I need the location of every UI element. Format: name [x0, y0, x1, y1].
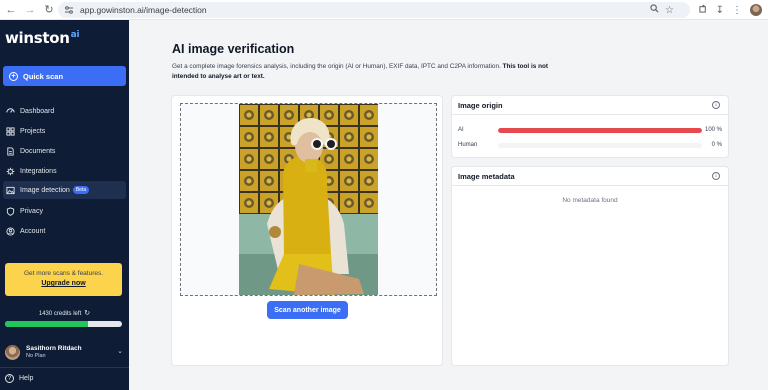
- uploaded-image: [239, 104, 378, 295]
- image-metadata-card: Image metadata i No metadata found: [451, 166, 729, 366]
- page-title: AI image verification: [172, 42, 295, 56]
- image-icon: [6, 186, 15, 195]
- sidebar-item-documents[interactable]: Documents: [3, 142, 126, 160]
- sidebar-item-account[interactable]: Account: [3, 222, 126, 240]
- refresh-icon[interactable]: ↻: [84, 310, 90, 317]
- credits-text: 1430 credits left: [38, 311, 82, 317]
- origin-percentage: 100 %: [704, 127, 722, 133]
- logo-suffix: ai: [70, 30, 80, 40]
- quick-scan-label: Quick scan: [23, 71, 64, 81]
- browser-toolbar: ← → ↻ app.gowinston.ai/image-detection ☆…: [0, 0, 768, 20]
- page-description: Get a complete image forensics analysis,…: [172, 62, 552, 81]
- sidebar: winstonai + Quick scan Dashboard Project…: [0, 20, 129, 390]
- sidebar-divider: [0, 367, 129, 368]
- help-icon: ?: [5, 374, 14, 383]
- origin-bar-track: [498, 127, 702, 133]
- help-link[interactable]: ? Help: [5, 374, 33, 383]
- sidebar-item-label: Integrations: [20, 167, 57, 175]
- user-icon: [6, 226, 15, 236]
- sidebar-item-label: Privacy: [20, 207, 43, 215]
- image-preview-card: Scan another image: [171, 95, 443, 366]
- image-origin-card: Image origin i AI 100 % Human 0 %: [451, 95, 729, 158]
- image-metadata-title: Image metadata: [458, 172, 515, 181]
- profile-avatar-icon[interactable]: [750, 4, 762, 16]
- back-arrow-icon[interactable]: ←: [3, 2, 19, 18]
- user-menu[interactable]: Sasithorn Ritdach No Plan ⌄: [5, 342, 125, 362]
- sidebar-item-label: Projects: [20, 127, 46, 135]
- info-icon[interactable]: i: [712, 172, 720, 180]
- help-label: Help: [19, 375, 34, 382]
- chevron-down-icon[interactable]: ⌄: [117, 347, 123, 355]
- sidebar-item-image-detection[interactable]: Image detection Beta: [3, 181, 126, 199]
- origin-bar-fill: [498, 127, 702, 133]
- bookmark-star-icon[interactable]: ☆: [665, 5, 674, 16]
- credits-info: 1430 credits left ↻: [0, 309, 129, 317]
- divider: [452, 114, 728, 115]
- origin-label: AI: [458, 127, 464, 133]
- zoom-icon[interactable]: [650, 4, 659, 16]
- origin-percentage: 0 %: [711, 142, 722, 148]
- origin-row-ai: AI 100 %: [458, 125, 722, 135]
- shield-icon: [6, 206, 15, 216]
- metadata-empty-text: No metadata found: [562, 197, 618, 204]
- dashboard-icon: [6, 107, 15, 116]
- logo-text: winston: [5, 29, 70, 47]
- upgrade-text: Get more scans & features.: [23, 270, 104, 277]
- image-dropzone[interactable]: [180, 103, 437, 296]
- sidebar-item-label: Account: [20, 227, 46, 235]
- address-bar[interactable]: app.gowinston.ai/image-detection ☆: [58, 2, 690, 18]
- plus-circle-icon: +: [9, 71, 18, 81]
- sidebar-item-dashboard[interactable]: Dashboard: [3, 102, 126, 120]
- sidebar-item-label: Documents: [20, 147, 56, 155]
- credits-progress-bar: [5, 321, 122, 327]
- description-text: Get a complete image forensics analysis,…: [172, 63, 501, 70]
- upgrade-now-link[interactable]: Upgrade now: [5, 280, 122, 287]
- avatar: [5, 344, 20, 360]
- divider: [452, 185, 728, 186]
- winston-logo[interactable]: winstonai: [5, 29, 80, 47]
- user-name: Sasithorn Ritdach: [26, 345, 82, 352]
- image-origin-title: Image origin: [458, 101, 503, 110]
- url-text: app.gowinston.ai/image-detection: [80, 5, 207, 15]
- beta-badge: Beta: [72, 186, 90, 194]
- forward-arrow-icon[interactable]: →: [22, 2, 38, 18]
- sidebar-item-label: Dashboard: [20, 107, 55, 115]
- upgrade-banner: Get more scans & features. Upgrade now: [5, 263, 122, 296]
- projects-icon: [6, 126, 15, 136]
- credits-progress-fill: [5, 321, 89, 327]
- user-plan: No Plan: [26, 353, 46, 359]
- sidebar-item-projects[interactable]: Projects: [3, 122, 126, 140]
- origin-bar-track: [498, 142, 702, 148]
- download-icon[interactable]: ↧: [716, 5, 724, 16]
- documents-icon: [6, 146, 15, 156]
- sidebar-item-privacy[interactable]: Privacy: [3, 202, 126, 220]
- integrations-icon: [6, 167, 15, 176]
- quick-scan-button[interactable]: + Quick scan: [3, 66, 126, 86]
- extensions-icon[interactable]: [699, 4, 708, 16]
- site-settings-icon[interactable]: [64, 5, 74, 15]
- origin-label: Human: [458, 142, 478, 148]
- menu-dots-icon[interactable]: ⋮: [732, 5, 742, 16]
- sidebar-item-label: Image detection: [20, 186, 70, 194]
- info-icon[interactable]: i: [712, 101, 720, 109]
- sidebar-item-integrations[interactable]: Integrations: [3, 162, 126, 180]
- origin-row-human: Human 0 %: [458, 140, 722, 150]
- reload-icon[interactable]: ↻: [41, 2, 57, 18]
- scan-another-image-button[interactable]: Scan another image: [267, 301, 348, 319]
